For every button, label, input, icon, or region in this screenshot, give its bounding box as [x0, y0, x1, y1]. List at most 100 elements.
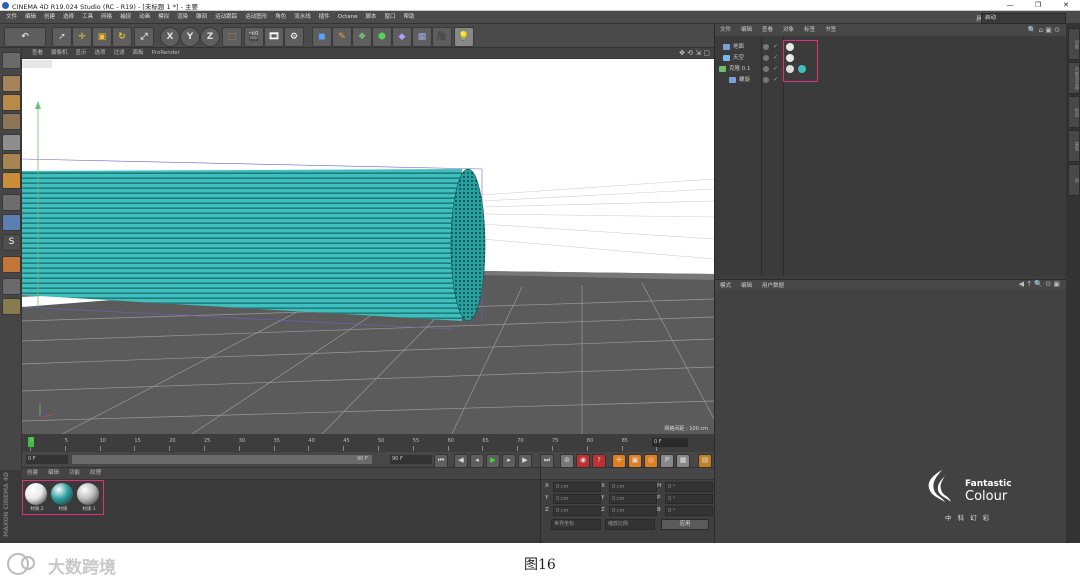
rotate-tool-button[interactable]: ↻ [112, 27, 132, 47]
subdivision-surface-button[interactable]: ❖ [352, 27, 372, 47]
polygons-mode-icon[interactable] [2, 172, 21, 189]
texture-mode-icon[interactable] [2, 94, 21, 111]
object-manager-tab[interactable]: 查看 [757, 24, 778, 36]
menu-item[interactable]: 编辑 [21, 11, 40, 24]
object-row[interactable]: 螺旋 ✓ [715, 75, 1067, 85]
next-frame-button[interactable]: ▸ [502, 454, 516, 468]
previous-frame-button[interactable]: ◂ [470, 454, 484, 468]
camera-button[interactable]: 🎥 [432, 27, 452, 47]
layout-select[interactable]: 启动 [981, 13, 1066, 24]
z-axis-lock-button[interactable]: Z [200, 27, 220, 47]
attribute-navigation-icon[interactable]: ◀ ↑ 🔍 ⊙ ▣ [1019, 280, 1060, 288]
menu-item[interactable]: 文件 [2, 11, 21, 24]
object-row[interactable]: 地面 ✓ [715, 42, 1067, 52]
grid-icon[interactable] [2, 278, 21, 295]
scale-tool-button[interactable]: ▣ [92, 27, 112, 47]
snap-icon[interactable]: S [2, 234, 21, 251]
cube-primitive-button[interactable]: ◼ [312, 27, 332, 47]
material-tab[interactable]: 编辑 [43, 468, 64, 479]
object-manager-tab[interactable]: 书签 [820, 24, 841, 36]
next-key-button[interactable]: ▶ [518, 454, 532, 468]
key-pla-button[interactable]: ▦ [676, 454, 690, 468]
viewport-menu-item[interactable]: 摄像机 [47, 48, 72, 59]
enable-check-icon[interactable]: ✓ [773, 43, 778, 51]
object-manager-tab[interactable]: 编辑 [736, 24, 757, 36]
edges-mode-icon[interactable] [2, 153, 21, 170]
autokey-button[interactable]: ◉ [576, 454, 590, 468]
viewport-menu-item[interactable]: 显示 [72, 48, 91, 59]
menu-item[interactable]: 渲染 [173, 11, 192, 24]
enable-check-icon[interactable]: ✓ [773, 65, 778, 73]
last-tool-button[interactable]: ⤢ [134, 27, 154, 47]
side-tab[interactable]: 内容浏览器 [1068, 62, 1080, 94]
viewport-menu-item[interactable]: ProRender [148, 48, 184, 59]
undo-button[interactable]: ↶ [4, 27, 46, 47]
enable-check-icon[interactable]: ✓ [773, 76, 778, 84]
menu-item[interactable]: 模拟 [154, 11, 173, 24]
menu-item[interactable]: 角色 [271, 11, 290, 24]
menu-item[interactable]: 动画 [135, 11, 154, 24]
x-axis-lock-button[interactable]: X [160, 27, 180, 47]
go-to-start-button[interactable]: ⏮ [434, 454, 448, 468]
menu-item[interactable]: 网格 [97, 11, 116, 24]
menu-item[interactable]: 脚本 [362, 11, 381, 24]
start-frame-field[interactable]: 0 F [26, 455, 68, 464]
menu-item[interactable]: 雕刻 [192, 11, 211, 24]
position-field[interactable]: 0 cm [553, 482, 601, 492]
timeline-window-button[interactable]: ▤ [698, 454, 712, 468]
array-generator-button[interactable]: ⬢ [372, 27, 392, 47]
timeline-ruler[interactable]: 051015202530354045505560657075808590 0 F [22, 434, 714, 452]
menu-item[interactable]: 捕捉 [116, 11, 135, 24]
make-editable-icon[interactable] [2, 52, 21, 69]
rotation-field[interactable]: 0 ° [665, 494, 713, 504]
object-manager-search-icon[interactable]: 🔍 ⌂ ▣ ⊙ [1028, 26, 1060, 34]
side-tab[interactable]: 构造 [1068, 96, 1080, 128]
object-row[interactable]: 克隆 0.1 ✓ [715, 64, 1067, 74]
coordinate-mode-select[interactable]: 世界坐标 [551, 519, 601, 530]
maximize-button[interactable]: ❐ [1024, 0, 1052, 11]
menu-item[interactable]: 运动跟踪 [211, 11, 241, 24]
move-tool-button[interactable]: ✛ [72, 27, 92, 47]
key-scale-button[interactable]: ▣ [628, 454, 642, 468]
material-tab[interactable]: 纹理 [85, 468, 106, 479]
key-parameter-button[interactable]: P [660, 454, 674, 468]
pen-spline-button[interactable]: ✎ [332, 27, 352, 47]
viewport-menu-item[interactable]: 选项 [91, 48, 110, 59]
menu-item[interactable]: 帮助 [400, 11, 419, 24]
key-rotation-button[interactable]: ◎ [644, 454, 658, 468]
menu-item[interactable]: 窗口 [381, 11, 400, 24]
perspective-viewport[interactable]: 网格间距 : 100 cm [22, 59, 714, 434]
side-tab[interactable]: 对象 [1068, 28, 1080, 60]
visibility-dots-icon[interactable] [763, 55, 769, 61]
material-tab[interactable]: 创建 [22, 468, 43, 479]
side-tab[interactable]: 层 [1068, 164, 1080, 196]
viewport-menu-item[interactable]: 面板 [129, 48, 148, 59]
menu-item[interactable]: 流水线 [290, 11, 315, 24]
key-position-button[interactable]: ✛ [612, 454, 626, 468]
previous-key-button[interactable]: ◀ [454, 454, 468, 468]
object-manager-tab[interactable]: 标签 [799, 24, 820, 36]
size-field[interactable]: 0 cm [609, 494, 657, 504]
tweak-mode-icon[interactable] [2, 214, 21, 231]
object-row[interactable]: 天空 ✓ [715, 53, 1067, 63]
size-field[interactable]: 0 cm [609, 506, 657, 516]
deformer-button[interactable]: ◆ [392, 27, 412, 47]
visibility-dots-icon[interactable] [763, 44, 769, 50]
menu-item[interactable]: 运动图形 [241, 11, 271, 24]
render-settings-button[interactable]: ⚙ [284, 27, 304, 47]
floor-object-button[interactable]: ▦ [412, 27, 432, 47]
menu-item[interactable]: 工具 [78, 11, 97, 24]
position-field[interactable]: 0 cm [553, 494, 601, 504]
frame-range-slider[interactable] [72, 455, 372, 464]
rotation-field[interactable]: 0 ° [665, 482, 713, 492]
size-field[interactable]: 0 cm [609, 482, 657, 492]
workplane-icon[interactable] [2, 113, 21, 130]
axis-mode-icon[interactable] [2, 194, 21, 211]
menu-item[interactable]: 创建 [40, 11, 59, 24]
visibility-dots-icon[interactable] [763, 77, 769, 83]
object-manager-tab[interactable]: 文件 [715, 24, 736, 36]
menu-item[interactable]: 选择 [59, 11, 78, 24]
apply-button[interactable]: 应用 [661, 519, 709, 530]
lock-workplane-icon[interactable] [2, 298, 21, 315]
light-button[interactable]: 💡 [454, 27, 474, 47]
